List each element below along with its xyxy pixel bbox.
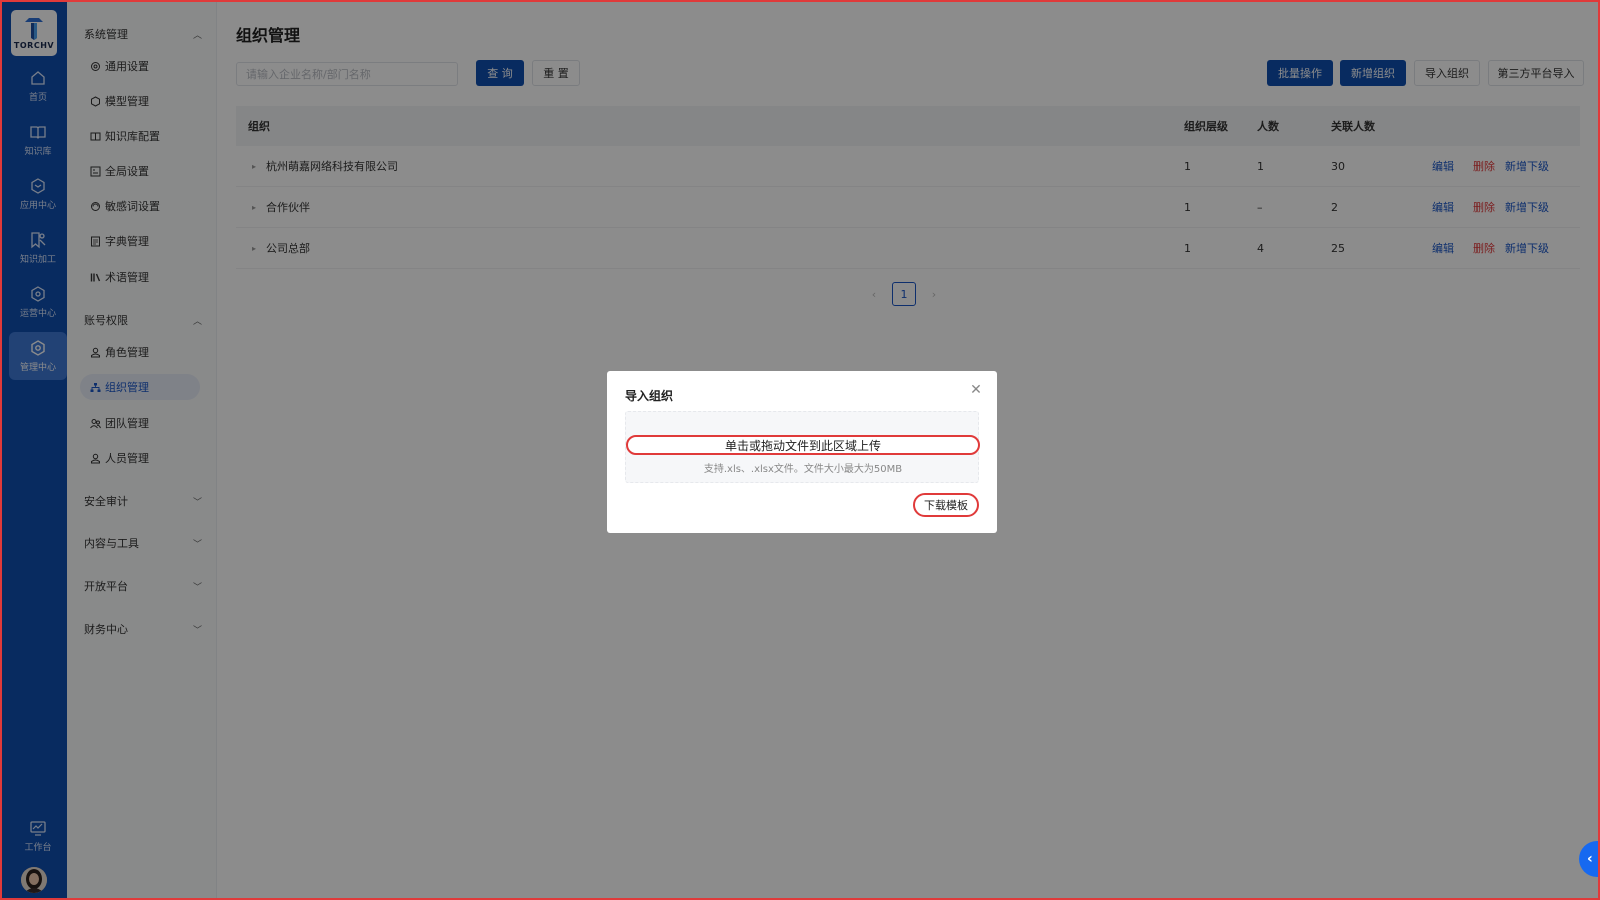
- download-template-button[interactable]: 下载模板: [913, 493, 979, 517]
- upload-dropzone[interactable]: 单击或拖动文件到此区域上传 支持.xls、.xlsx文件。文件大小最大为50MB: [625, 411, 980, 483]
- import-organization-dialog: 导入组织 ✕ 单击或拖动文件到此区域上传 支持.xls、.xlsx文件。文件大小…: [607, 371, 997, 533]
- upload-hint: 支持.xls、.xlsx文件。文件大小最大为50MB: [703, 464, 903, 475]
- app-window: TORCHV 首页 知识库 应用中心 知识加工 运营中心 管理中心 工作台 系统…: [0, 0, 1600, 900]
- close-icon[interactable]: ✕: [969, 383, 983, 397]
- upload-prompt[interactable]: 单击或拖动文件到此区域上传: [626, 435, 980, 455]
- chevron-left-icon: ‹: [1587, 851, 1593, 867]
- dialog-title: 导入组织: [625, 389, 674, 403]
